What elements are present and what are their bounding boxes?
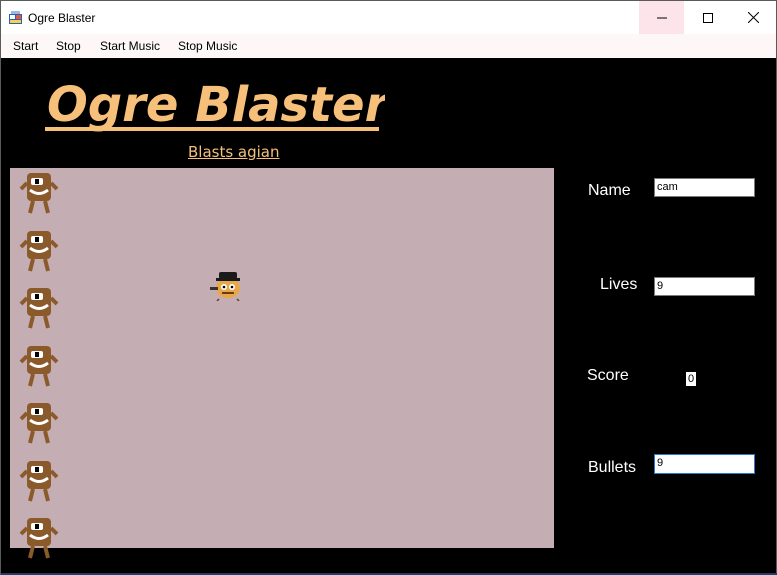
minimize-icon: [656, 17, 667, 18]
name-field[interactable]: cam: [654, 178, 755, 197]
minimize-button[interactable]: [639, 1, 684, 34]
menu-start-music[interactable]: Start Music: [100, 39, 160, 53]
app-icon: [9, 11, 22, 24]
bullets-field[interactable]: 9: [654, 454, 755, 474]
title-bar[interactable]: Ogre Blaster: [1, 1, 776, 34]
ogre-icon: [19, 516, 59, 560]
name-label: Name: [588, 182, 631, 199]
game-logo: Ogre Blaster: [45, 77, 385, 133]
menu-start[interactable]: Start: [13, 39, 38, 53]
score-value: 0: [686, 372, 697, 386]
score-label: Score: [587, 367, 629, 384]
ogre-icon: [19, 344, 59, 388]
menu-bar: Start Stop Start Music Stop Music: [1, 34, 776, 58]
player-icon: [210, 272, 240, 301]
menu-stop[interactable]: Stop: [56, 39, 81, 53]
close-icon: [748, 12, 759, 23]
ogre-icon: [19, 171, 59, 215]
bullets-label: Bullets: [588, 459, 637, 476]
ogre-icon: [19, 459, 59, 503]
maximize-icon: [702, 12, 713, 23]
lives-field[interactable]: 9: [654, 277, 755, 296]
ogre-icon: [19, 401, 59, 445]
ogre-icon: [19, 286, 59, 330]
lives-label: Lives: [600, 276, 638, 293]
maximize-button[interactable]: [685, 1, 730, 34]
game-area[interactable]: [10, 168, 554, 559]
window-title: Ogre Blaster: [28, 11, 96, 25]
close-button[interactable]: [731, 1, 776, 34]
ogre-icon: [19, 229, 59, 273]
game-subtitle[interactable]: Blasts agian: [188, 143, 280, 161]
game-title: Ogre Blaster: [47, 77, 385, 133]
app-window: Ogre Blaster Start Stop Start Music Stop…: [0, 0, 777, 575]
menu-stop-music[interactable]: Stop Music: [178, 39, 237, 53]
